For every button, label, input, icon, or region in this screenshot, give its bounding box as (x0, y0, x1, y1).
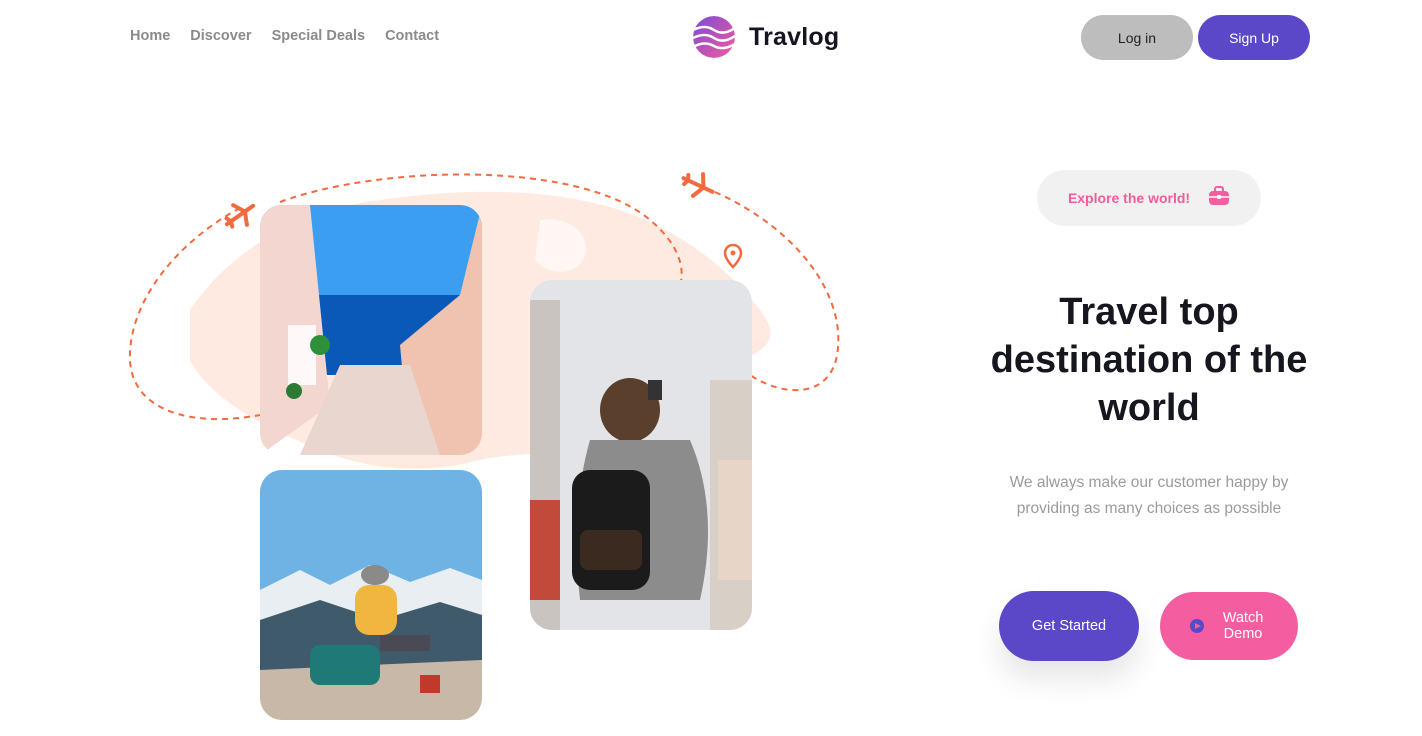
watch-demo-button[interactable]: Watch Demo (1160, 592, 1298, 660)
watch-demo-label: Watch Demo (1222, 610, 1264, 642)
explore-badge-label: Explore the world! (1067, 190, 1191, 206)
login-button[interactable]: Log in (1081, 15, 1193, 60)
play-icon (1190, 619, 1204, 633)
hero-subtext: We always make our customer happy by pro… (1009, 474, 1289, 517)
nav-contact[interactable]: Contact (385, 28, 439, 44)
hero-headline: Travel top destination of the world (990, 291, 1308, 429)
hero-illustration (120, 160, 860, 736)
main-nav: Home Discover Special Deals Contact (130, 28, 439, 44)
signup-button[interactable]: Sign Up (1198, 15, 1310, 60)
backpacker-in-city-photo (530, 280, 752, 630)
brand-name: Travlog (749, 22, 840, 51)
get-started-button[interactable]: Get Started (999, 591, 1139, 661)
location-pin-icon (723, 243, 743, 269)
brand-logo[interactable]: Travlog (693, 16, 839, 58)
nav-special-deals[interactable]: Special Deals (272, 28, 366, 44)
santorini-stairs-photo (260, 205, 482, 455)
nav-home[interactable]: Home (130, 28, 170, 44)
explore-badge: Explore the world! (1037, 170, 1261, 226)
nav-discover[interactable]: Discover (190, 28, 251, 44)
hiker-on-mountain-photo (260, 470, 482, 720)
plane-icon (681, 172, 715, 198)
suitcase-icon (1208, 185, 1230, 211)
logo-globe-icon (693, 16, 735, 58)
